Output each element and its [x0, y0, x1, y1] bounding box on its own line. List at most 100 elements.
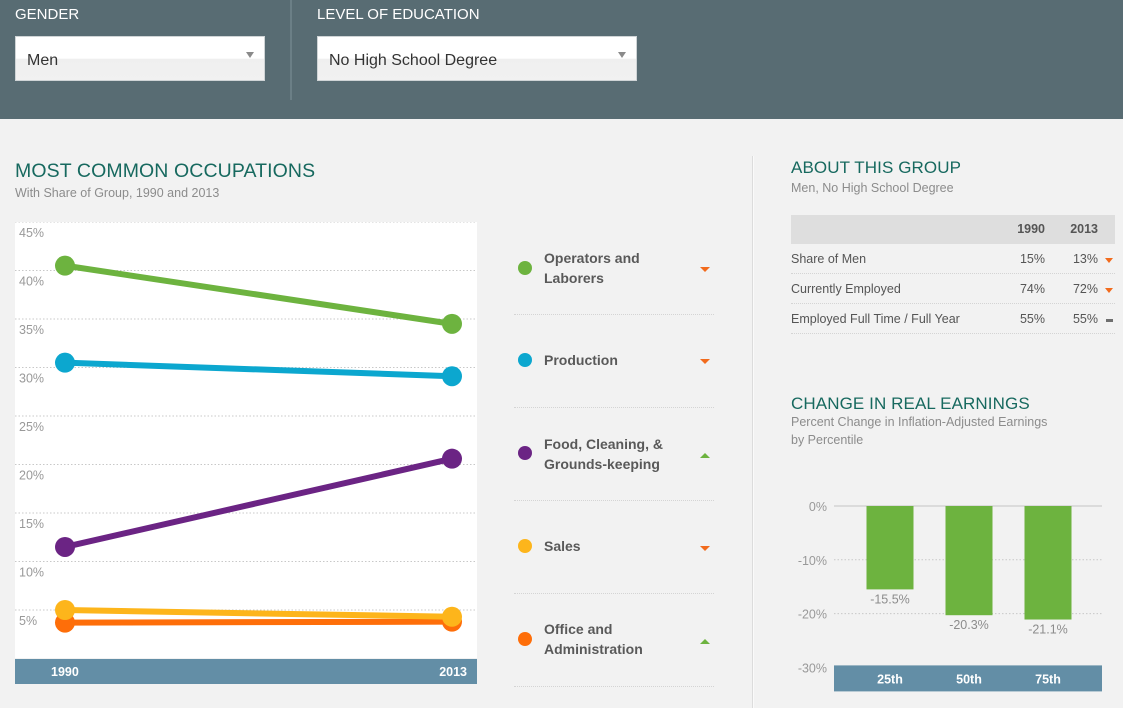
gender-label: GENDER: [15, 6, 80, 23]
row-label: Share of Men: [791, 252, 867, 266]
data-point[interactable]: [55, 352, 75, 373]
value-2013: 55%: [1072, 312, 1098, 326]
value-2013: 72%: [1072, 282, 1098, 296]
y-tick-label: -10%: [798, 554, 827, 568]
about-subtitle: Men, No High School Degree: [791, 181, 954, 195]
x-tick-2013: 2013: [439, 665, 467, 679]
legend-item-office-admin[interactable]: Office and Administration: [514, 594, 714, 687]
data-point[interactable]: [442, 606, 462, 627]
occupations-chart: 5% 10% 15% 20% 25% 30% 35% 40% 45%: [15, 221, 477, 658]
series-line: [62, 607, 455, 620]
value-1990: 74%: [1019, 282, 1045, 296]
y-tick-label: 25%: [19, 420, 44, 434]
occupations-title: MOST COMMON OCCUPATIONS: [15, 160, 316, 182]
education-select-value: No High School Degree: [329, 52, 498, 69]
column-divider: [752, 156, 754, 708]
legend-label: Sales: [544, 538, 581, 554]
trend-down-icon: [700, 359, 710, 364]
data-point[interactable]: [442, 448, 462, 469]
trend-down-icon: [700, 546, 710, 551]
legend-item-sales[interactable]: Sales: [514, 501, 714, 594]
y-tick-label: -30%: [798, 661, 827, 675]
x-tick-1990: 1990: [51, 665, 79, 679]
about-table: 1990 2013 Share of Men 15% 13% Currently…: [791, 215, 1115, 334]
y-tick-label: -20%: [798, 608, 827, 622]
series-production: [55, 352, 462, 387]
series-line: [62, 455, 455, 550]
y-tick-label: 15%: [19, 517, 44, 531]
education-select[interactable]: No High School Degree: [317, 36, 637, 81]
earnings-subtitle-line2: by Percentile: [791, 433, 864, 447]
y-tick-label: 40%: [19, 275, 44, 289]
occupations-line-chart: 5% 10% 15% 20% 25% 30% 35% 40% 45%: [15, 221, 477, 633]
y-tick-label: 10%: [19, 566, 44, 580]
legend-dot: [518, 261, 532, 275]
y-tick-label: 45%: [19, 226, 44, 240]
x-tick-label: 25th: [877, 672, 903, 686]
y-tick-label: 0%: [809, 500, 827, 514]
data-point[interactable]: [442, 313, 462, 334]
trend-down-icon: [700, 267, 710, 272]
trend-up-icon: [700, 453, 710, 458]
legend-item-operators[interactable]: Operators and Laborers: [514, 240, 714, 315]
trend-down-icon: [1105, 288, 1113, 293]
bar-75th[interactable]: [1024, 506, 1072, 620]
legend-label: Office and Administration: [544, 621, 643, 657]
legend-label: Production: [544, 352, 618, 368]
value-1990: 15%: [1019, 252, 1045, 266]
data-point[interactable]: [55, 536, 75, 557]
header-divider: [290, 0, 292, 100]
earnings-subtitle-line1: Percent Change in Inflation-Adjusted Ear…: [791, 415, 1048, 429]
legend-label: Operators and Laborers: [544, 250, 640, 286]
series-line: [62, 262, 455, 327]
value-2013: 13%: [1072, 252, 1098, 266]
row-label: Currently Employed: [791, 282, 901, 296]
y-tick-label: 35%: [19, 323, 44, 337]
legend-dot: [518, 632, 532, 646]
legend-dot: [518, 446, 532, 460]
y-tick-label: 30%: [19, 372, 44, 386]
y-tick-label: 5%: [19, 614, 37, 628]
bar-50th[interactable]: [945, 506, 993, 616]
y-tick-label: 20%: [19, 469, 44, 483]
trend-up-icon: [700, 639, 710, 644]
legend-item-production[interactable]: Production: [514, 315, 714, 408]
bar-value-label: -20.3%: [949, 618, 989, 632]
x-tick-label: 75th: [1035, 672, 1061, 686]
legend-dot: [518, 539, 532, 553]
table-row: Currently Employed 74% 72%: [791, 274, 1115, 304]
series-line: [62, 359, 455, 380]
trend-flat-icon: [1106, 319, 1113, 322]
gender-select[interactable]: Men: [15, 36, 265, 81]
data-point[interactable]: [442, 366, 462, 387]
x-tick-label: 50th: [956, 672, 982, 686]
bar-value-label: -21.1%: [1028, 623, 1068, 637]
chevron-down-icon: [618, 52, 626, 58]
column-header-2013: 2013: [1070, 222, 1098, 236]
trend-down-icon: [1105, 258, 1113, 263]
table-row: Employed Full Time / Full Year 55% 55%: [791, 304, 1115, 334]
legend-label: Food, Cleaning, & Grounds-keeping: [544, 436, 663, 472]
about-title: ABOUT THIS GROUP: [791, 158, 962, 177]
bar-25th[interactable]: [866, 506, 914, 590]
row-label: Employed Full Time / Full Year: [791, 312, 960, 326]
occupations-subtitle: With Share of Group, 1990 and 2013: [15, 186, 220, 200]
gender-select-value: Men: [27, 52, 59, 69]
legend-item-food-cleaning[interactable]: Food, Cleaning, & Grounds-keeping: [514, 408, 714, 501]
earnings-title: CHANGE IN REAL EARNINGS: [791, 394, 1030, 413]
bar-value-label: -15.5%: [870, 592, 910, 606]
occupations-x-axis: 1990 2013: [15, 659, 477, 684]
education-label: LEVEL OF EDUCATION: [317, 6, 480, 23]
value-1990: 55%: [1019, 312, 1045, 326]
series-line: [62, 618, 455, 626]
data-point[interactable]: [55, 600, 75, 620]
table-row: Share of Men 15% 13%: [791, 244, 1115, 274]
chevron-down-icon: [246, 52, 254, 58]
filter-bar: GENDER Men LEVEL OF EDUCATION No High Sc…: [0, 0, 1123, 119]
column-header-1990: 1990: [1017, 222, 1045, 236]
legend-dot: [518, 353, 532, 367]
about-table-header: 1990 2013: [791, 215, 1115, 244]
data-point[interactable]: [55, 255, 75, 276]
earnings-bar-chart: 0% -10% -20% -30% -15.5% 25th -20.3% 50th -21.1%…: [798, 500, 1102, 692]
series-operators-and-laborers: [55, 255, 462, 334]
